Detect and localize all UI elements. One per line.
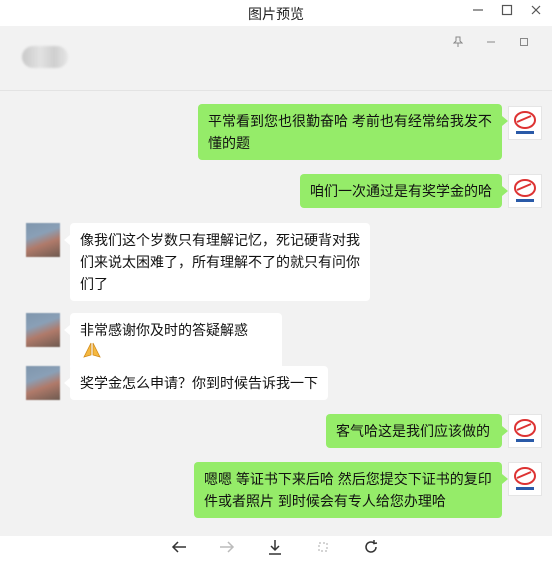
close-icon[interactable]: [526, 3, 546, 21]
restore-icon: [516, 36, 532, 52]
blurred-contact-name: [22, 46, 68, 68]
forward-arrow-icon[interactable]: [216, 538, 238, 560]
pin-icon: [450, 36, 466, 52]
minimize-icon: [483, 36, 499, 52]
fit-screen-icon[interactable]: [312, 538, 334, 560]
chat-screenshot: 平常看到您也很勤奋哈 考前也有经常给我发不懂的题 咱们一次通过是有奖学金的哈 像…: [0, 26, 552, 536]
message-bubble-outgoing[interactable]: 平常看到您也很勤奋哈 考前也有经常给我发不懂的题: [198, 104, 508, 160]
message-bubble-outgoing[interactable]: 嗯嗯 等证书下来后哈 然后您提交下证书的复印件或者照片 到时候会有专人给您办理哈: [194, 462, 508, 518]
minimize-icon[interactable]: [468, 3, 488, 21]
avatar: [508, 414, 542, 448]
message-bubble-outgoing[interactable]: 客气哈这是我们应该做的: [326, 414, 508, 448]
viewer-toolbar: [0, 536, 552, 561]
avatar: [26, 313, 60, 347]
message-bubble-incoming[interactable]: 像我们这个岁数只有理解记忆，死记硬背对我们来说太困难了，所有理解不了的就只有问你…: [64, 223, 370, 301]
viewer-titlebar: 图片预览: [0, 0, 552, 26]
avatar: [508, 174, 542, 208]
back-arrow-icon[interactable]: [168, 538, 190, 560]
avatar: [26, 366, 60, 400]
message-bubble-incoming[interactable]: 非常感谢你及时的答疑解惑: [64, 313, 282, 372]
chat-header: [0, 26, 552, 91]
maximize-icon[interactable]: [497, 3, 517, 21]
message-bubble-incoming[interactable]: 奖学金怎么申请？你到时候告诉我一下: [64, 366, 328, 400]
rotate-icon[interactable]: [360, 538, 382, 560]
download-icon[interactable]: [264, 538, 286, 560]
folded-hands-icon: [82, 341, 102, 365]
message-bubble-outgoing[interactable]: 咱们一次通过是有奖学金的哈: [300, 174, 508, 208]
message-text: 非常感谢你及时的答疑解惑: [80, 322, 248, 338]
avatar: [508, 462, 542, 496]
avatar: [26, 223, 60, 257]
avatar: [508, 106, 542, 140]
